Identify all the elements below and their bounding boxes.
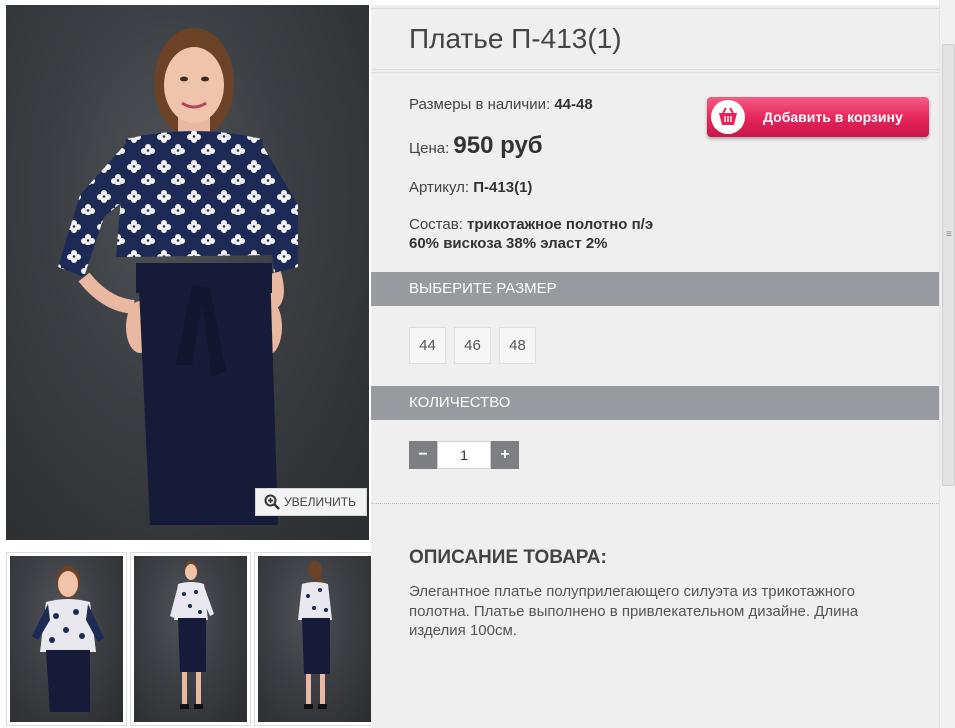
composition-label: Состав: xyxy=(409,216,463,233)
zoom-button[interactable]: УВЕЛИЧИТЬ xyxy=(255,488,367,516)
sku-value: П-413(1) xyxy=(473,179,533,196)
zoom-label: УВЕЛИЧИТЬ xyxy=(284,495,356,509)
model-photo-illustration xyxy=(58,28,298,525)
divider xyxy=(371,8,939,9)
price-value: 950 руб xyxy=(453,132,543,159)
description-text: Элегантное платье полуприлегающего силуэ… xyxy=(409,583,859,639)
sizes-label: Размеры в наличии: xyxy=(409,96,551,113)
thumbnail-image xyxy=(170,561,214,709)
add-to-cart-label: Добавить в корзину xyxy=(763,109,903,125)
thumbnail-full[interactable] xyxy=(130,552,251,726)
thumbnail-image xyxy=(298,561,332,709)
magnify-plus-icon xyxy=(264,494,280,510)
thumbnail-back[interactable] xyxy=(254,552,375,726)
quantity-plus-button[interactable]: + xyxy=(491,441,519,469)
product-title: Платье П-413(1) xyxy=(409,23,622,54)
scrollbar-thumb[interactable]: ≡ xyxy=(942,44,955,486)
sizes-value: 44-48 xyxy=(554,96,593,113)
sku: Артикул: П-413(1) xyxy=(409,179,532,196)
quantity-stepper: − + xyxy=(409,441,519,469)
size-option-46[interactable]: 46 xyxy=(454,327,491,364)
add-to-cart-button[interactable]: Добавить в корзину xyxy=(707,97,929,137)
price: Цена: 950 руб xyxy=(409,132,543,160)
product-info-panel: Платье П-413(1) Размеры в наличии: 44-48… xyxy=(371,5,939,728)
main-product-image[interactable]: УВЕЛИЧИТЬ xyxy=(6,5,369,540)
sizes-available: Размеры в наличии: 44-48 xyxy=(409,96,593,113)
divider xyxy=(371,503,939,504)
size-section-header: ВЫБЕРИТЕ РАЗМЕР xyxy=(371,272,939,306)
thumbnail-front[interactable] xyxy=(6,552,127,726)
quantity-minus-button[interactable]: − xyxy=(409,441,437,469)
basket-icon-circle xyxy=(711,100,745,134)
sku-label: Артикул: xyxy=(409,179,470,196)
quantity-section-header: КОЛИЧЕСТВО xyxy=(371,386,939,420)
size-option-44[interactable]: 44 xyxy=(409,327,446,364)
thumbnail-image xyxy=(32,566,104,712)
composition-line1: трикотажное полотно п/э xyxy=(467,216,654,233)
page-scrollbar[interactable]: ≡ xyxy=(939,0,955,728)
size-option-48[interactable]: 48 xyxy=(499,327,536,364)
description-heading: ОПИСАНИЕ ТОВАРА: xyxy=(409,547,607,568)
quantity-input[interactable] xyxy=(437,441,491,469)
grip-icon: ≡ xyxy=(946,229,952,240)
composition-line2: 60% вискоза 38% эласт 2% xyxy=(409,235,608,252)
basket-icon xyxy=(719,107,737,125)
price-label: Цена: xyxy=(409,140,450,157)
divider xyxy=(371,69,939,73)
composition: Состав: трикотажное полотно п/э 60% виск… xyxy=(409,215,653,253)
